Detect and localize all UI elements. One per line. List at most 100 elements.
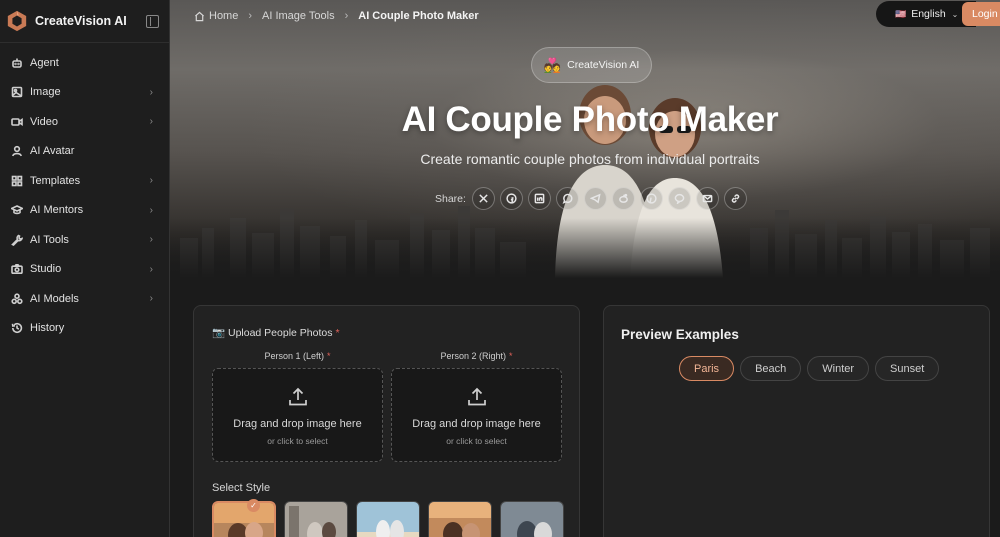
sidebar-item-label: History	[30, 322, 65, 335]
required-mark: *	[335, 327, 340, 339]
sidebar-item-ai-mentors[interactable]: AI Mentors ›	[0, 196, 169, 226]
login-button[interactable]: Login	[962, 2, 1000, 26]
share-line-button[interactable]	[667, 187, 691, 210]
dropzone-sub-text: or click to select	[267, 436, 328, 446]
breadcrumb: Home › AI Image Tools › AI Couple Photo …	[194, 10, 479, 22]
chevron-right-icon: ›	[149, 86, 153, 98]
dropzone-main-text: Drag and drop image here	[412, 418, 541, 430]
sidebar-item-label: Agent	[30, 56, 59, 69]
chevron-right-icon: ›	[149, 175, 153, 187]
chevron-right-icon: ›	[149, 204, 153, 216]
sidebar-item-agent[interactable]: Agent	[0, 48, 169, 78]
sidebar-item-image[interactable]: Image ›	[0, 78, 169, 108]
upload-icon	[468, 387, 486, 406]
sidebar-item-ai-models[interactable]: AI Models ›	[0, 284, 169, 314]
share-email-button[interactable]	[695, 187, 719, 210]
home-icon	[194, 11, 205, 21]
sidebar-item-label: Video	[30, 115, 58, 128]
style-thumbnail-image	[429, 502, 491, 537]
tab-winter[interactable]: Winter	[807, 356, 870, 381]
page-title: AI Couple Photo Maker	[401, 100, 779, 139]
brand[interactable]: CreateVision AI	[0, 0, 169, 42]
required-mark: *	[509, 351, 513, 361]
reddit-icon	[619, 193, 628, 203]
sidebar-item-video[interactable]: Video ›	[0, 107, 169, 137]
sidebar-item-studio[interactable]: Studio ›	[0, 255, 169, 285]
required-mark: *	[327, 351, 331, 361]
style-thumbnail-image	[285, 502, 347, 537]
sidebar-item-label: AI Models	[30, 292, 79, 305]
style-option-1[interactable]	[212, 501, 276, 537]
style-option-5[interactable]	[500, 501, 564, 537]
person2-label-text: Person 2 (Right)	[440, 351, 506, 361]
sidebar-item-label: AI Avatar	[30, 145, 75, 158]
pinterest-icon	[646, 193, 657, 204]
sidebar: CreateVision AI Agent Image › Video › AI…	[0, 0, 170, 537]
share-x-button[interactable]	[471, 187, 495, 210]
couple-emoji-icon: 💑	[543, 56, 562, 73]
breadcrumb-home-link[interactable]: Home	[209, 10, 238, 22]
linkedin-icon	[534, 193, 545, 204]
share-copy-link-button[interactable]	[723, 187, 747, 210]
page-subtitle: Create romantic couple photos from indiv…	[420, 151, 760, 167]
person2-label: Person 2 (Right) *	[391, 351, 562, 361]
share-linkedin-button[interactable]	[527, 187, 551, 210]
chevron-right-icon: ›	[149, 293, 153, 305]
telegram-icon	[589, 193, 601, 204]
sidebar-collapse-icon[interactable]	[146, 14, 159, 28]
style-thumbnail-image	[214, 503, 274, 537]
video-icon	[11, 116, 23, 128]
preview-title: Preview Examples	[621, 327, 739, 342]
chevron-right-icon: ›	[344, 10, 349, 22]
upload-title-text: 📷 Upload People Photos	[212, 327, 333, 339]
chevron-right-icon: ›	[149, 234, 153, 246]
brand-badge-text: CreateVision AI	[567, 59, 640, 71]
share-whatsapp-button[interactable]	[555, 187, 579, 210]
image-icon	[11, 86, 23, 98]
style-option-4[interactable]	[428, 501, 492, 537]
upload-title: 📷 Upload People Photos *	[212, 326, 340, 339]
sidebar-item-label: AI Tools	[30, 233, 69, 246]
language-label: English	[911, 8, 946, 20]
person1-label: Person 1 (Left) *	[212, 351, 383, 361]
dropzone-sub-text: or click to select	[446, 436, 507, 446]
select-style-label: Select Style	[212, 482, 271, 494]
tab-paris[interactable]: Paris	[679, 356, 735, 381]
sidebar-item-templates[interactable]: Templates ›	[0, 166, 169, 196]
robot-icon	[11, 57, 23, 69]
sidebar-item-ai-tools[interactable]: AI Tools ›	[0, 225, 169, 255]
person2-dropzone[interactable]: Drag and drop image here or click to sel…	[391, 368, 562, 462]
dropzone-main-text: Drag and drop image here	[233, 418, 362, 430]
brand-name: CreateVision AI	[35, 14, 127, 28]
x-icon	[479, 194, 488, 203]
sidebar-item-label: Image	[30, 86, 61, 99]
share-facebook-button[interactable]	[499, 187, 523, 210]
line-icon	[674, 193, 685, 204]
us-flag-icon: 🇺🇸	[895, 8, 907, 19]
preview-panel: Preview Examples Paris Beach Winter Suns…	[603, 305, 990, 537]
share-reddit-button[interactable]	[611, 187, 635, 210]
style-option-3[interactable]	[356, 501, 420, 537]
breadcrumb-section-link[interactable]: AI Image Tools	[262, 10, 335, 22]
upload-icon	[289, 387, 307, 406]
brand-logo-icon	[7, 10, 27, 32]
style-option-2[interactable]	[284, 501, 348, 537]
share-bar: Share:	[435, 187, 752, 210]
grid-icon	[11, 175, 23, 187]
share-pinterest-button[interactable]	[639, 187, 663, 210]
history-icon	[11, 322, 23, 334]
person1-dropzone[interactable]: Drag and drop image here or click to sel…	[212, 368, 383, 462]
share-label: Share:	[435, 192, 466, 205]
language-selector[interactable]: 🇺🇸 English ⌄	[876, 1, 976, 27]
sidebar-nav: Agent Image › Video › AI Avatar Template…	[0, 48, 169, 343]
models-icon	[11, 293, 23, 305]
breadcrumb-current: AI Couple Photo Maker	[358, 10, 479, 22]
tab-beach[interactable]: Beach	[740, 356, 802, 381]
chevron-right-icon: ›	[248, 10, 253, 22]
share-telegram-button[interactable]	[583, 187, 607, 210]
sidebar-item-ai-avatar[interactable]: AI Avatar	[0, 137, 169, 167]
chevron-right-icon: ›	[149, 116, 153, 128]
wrench-icon	[11, 234, 23, 246]
tab-sunset[interactable]: Sunset	[875, 356, 940, 381]
sidebar-item-history[interactable]: History	[0, 314, 169, 344]
